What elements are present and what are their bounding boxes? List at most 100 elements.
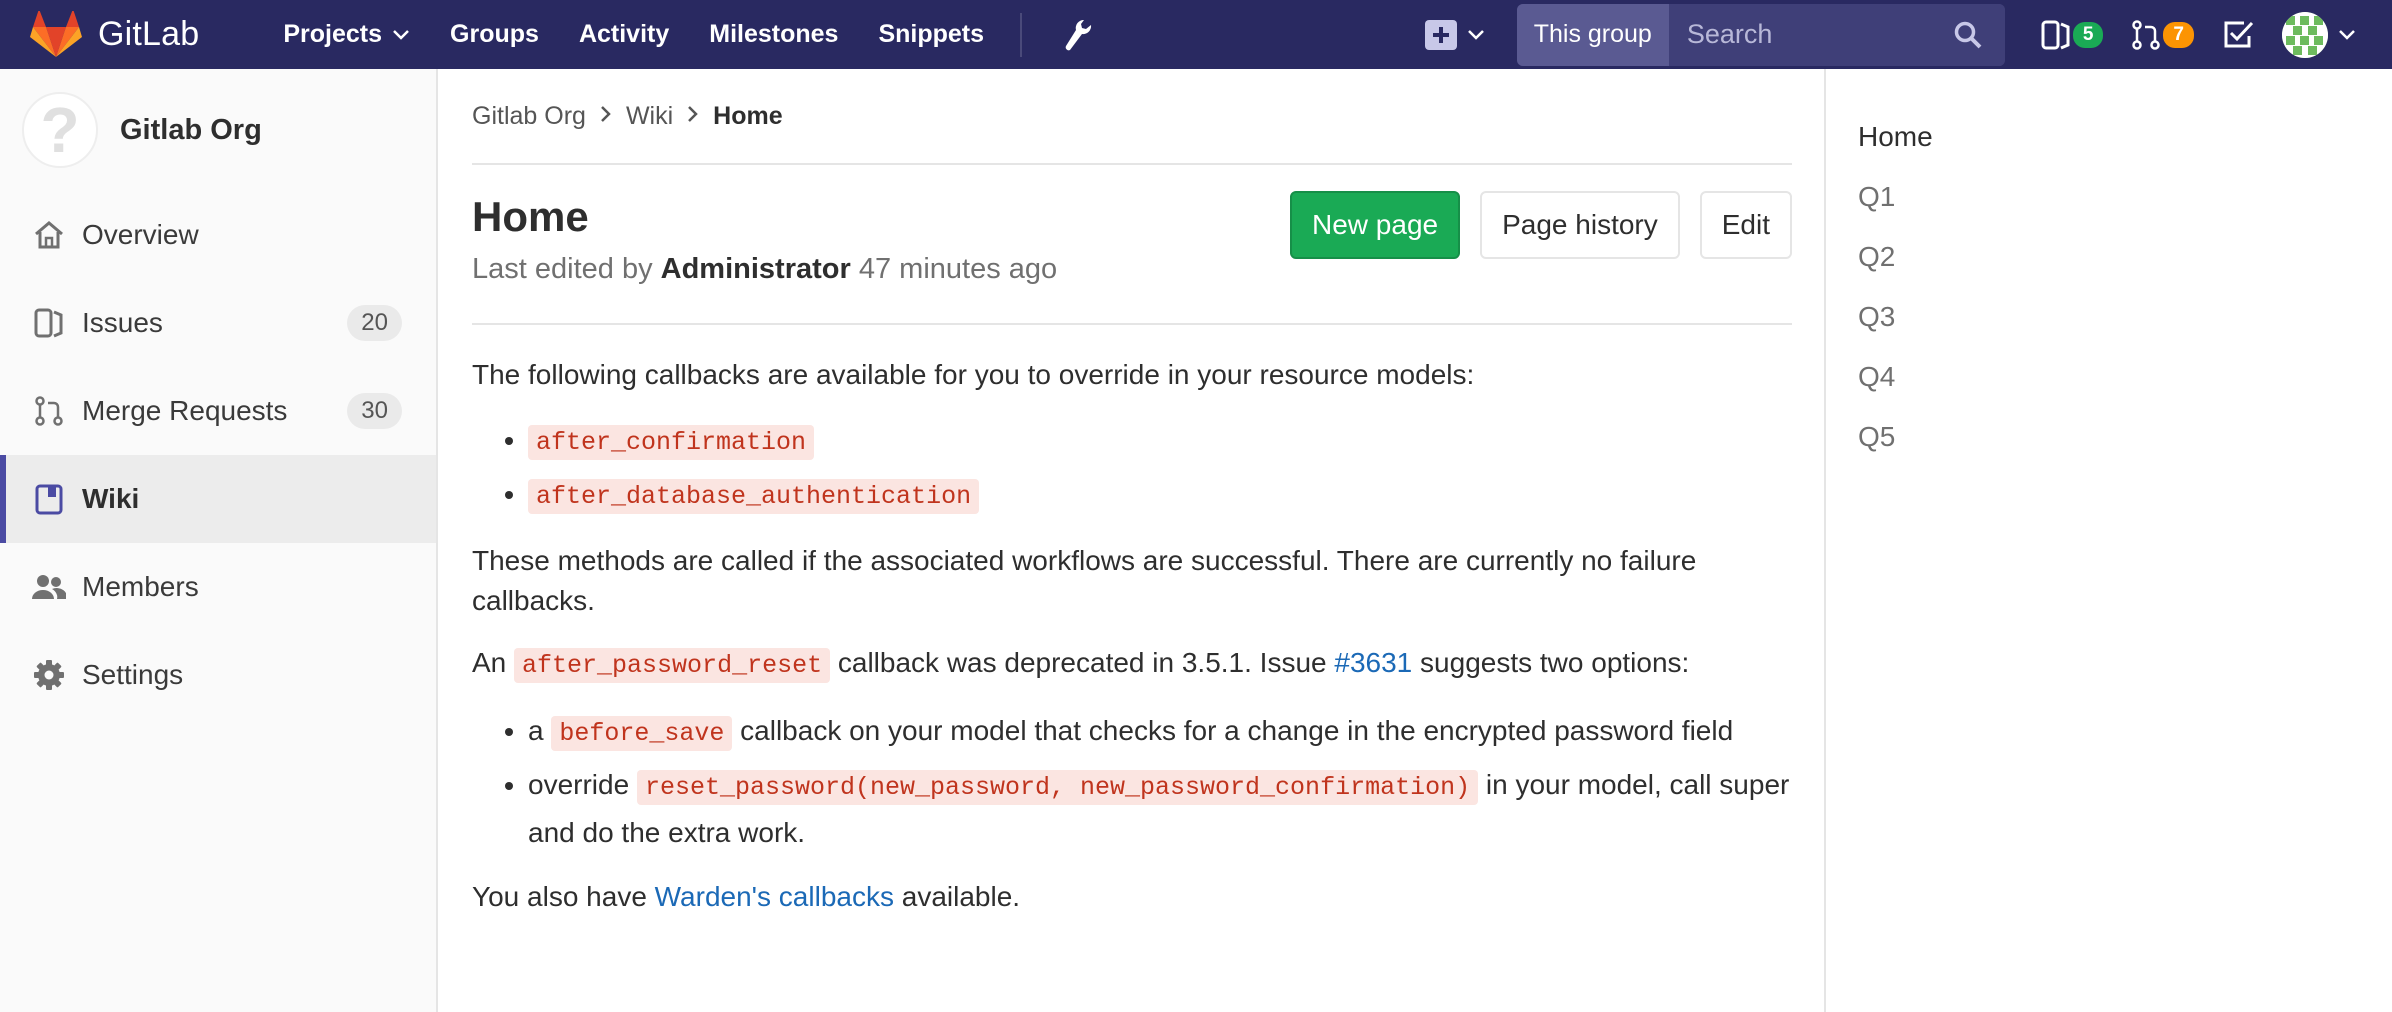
issues-icon xyxy=(32,306,66,340)
text-span: callback on your model that checks for a… xyxy=(740,715,1734,746)
nav-milestones[interactable]: Milestones xyxy=(689,0,858,69)
warden-paragraph: You also have Warden's callbacks availab… xyxy=(472,877,1792,917)
search-scope-label: This group xyxy=(1533,20,1652,48)
nav-right: This group 5 7 xyxy=(1424,0,2392,69)
search-scope-badge[interactable]: This group xyxy=(1516,3,1669,66)
code-snippet: after_password_reset xyxy=(514,648,831,683)
merge-requests-nav-button[interactable]: 7 xyxy=(2131,19,2194,51)
merge-requests-count-badge: 30 xyxy=(347,393,402,429)
chevron-down-icon xyxy=(2339,29,2355,40)
text-span: suggests two options: xyxy=(1420,647,1690,678)
nav-snippets[interactable]: Snippets xyxy=(858,0,1004,69)
warden-callbacks-link[interactable]: Warden's callbacks xyxy=(655,881,894,912)
sidebar-item-label: Settings xyxy=(82,659,184,690)
nav-activity[interactable]: Activity xyxy=(559,0,689,69)
breadcrumb-group-link[interactable]: Gitlab Org xyxy=(472,102,586,131)
search-input[interactable] xyxy=(1668,3,1953,66)
wiki-pages-list: Home Q1 Q2 Q3 Q4 Q5 xyxy=(1858,107,2392,467)
text-span: available. xyxy=(901,881,1021,912)
intro-paragraph: The following callbacks are available fo… xyxy=(472,359,1475,390)
group-name: Gitlab Org xyxy=(120,113,262,146)
sidebar-item-issues[interactable]: Issues 20 xyxy=(0,279,436,367)
home-icon xyxy=(32,218,66,252)
new-page-button[interactable]: New page xyxy=(1290,191,1461,259)
merge-request-icon xyxy=(2132,19,2161,50)
sidebar-item-settings[interactable]: Settings xyxy=(0,631,436,719)
last-edited-prefix: Last edited by xyxy=(472,253,653,285)
sidebar-item-label: Issues xyxy=(82,307,163,338)
chevron-right-icon xyxy=(687,103,699,129)
wiki-page-link-q1[interactable]: Q1 xyxy=(1858,167,2392,227)
nav-snippets-label: Snippets xyxy=(878,20,985,48)
chevron-right-icon xyxy=(600,103,612,129)
last-edited-author: Administrator xyxy=(660,253,851,285)
gitlab-home-link[interactable]: GitLab xyxy=(30,0,199,69)
merge-request-icon xyxy=(32,394,66,428)
wiki-page-link-q2[interactable]: Q2 xyxy=(1858,227,2392,287)
text-span: a xyxy=(528,715,544,746)
search-icon[interactable] xyxy=(1952,3,2005,66)
text-span: An xyxy=(472,647,507,678)
group-header[interactable]: ? Gitlab Org xyxy=(0,69,436,191)
chevron-down-icon xyxy=(1467,29,1484,40)
options-list: a before_save callback on your model tha… xyxy=(528,708,1792,855)
wiki-page-link-q3[interactable]: Q3 xyxy=(1858,287,2392,347)
main-nav: Projects Groups Activity Milestones Snip… xyxy=(263,0,1108,69)
brand-name: GitLab xyxy=(98,15,200,53)
search-box: This group xyxy=(1516,3,2005,66)
nav-projects[interactable]: Projects xyxy=(263,0,430,69)
nav-activity-label: Activity xyxy=(578,20,670,48)
new-dropdown-button[interactable] xyxy=(1424,19,1485,50)
list-item: after_confirmation xyxy=(528,417,1792,465)
wiki-content: The following callbacks are available fo… xyxy=(472,325,1792,917)
page-history-button[interactable]: Page history xyxy=(1480,191,1680,259)
wiki-page-header: Home Last edited by Administrator 47 min… xyxy=(472,165,1792,325)
callbacks-list: after_confirmation after_database_authen… xyxy=(528,417,1792,519)
nav-groups-label: Groups xyxy=(450,20,539,48)
methods-note-paragraph: These methods are called if the associat… xyxy=(472,545,1697,616)
text-span: callback was deprecated in 3.5.1. Issue xyxy=(837,647,1327,678)
users-icon xyxy=(32,570,66,604)
text-span: override xyxy=(528,769,630,800)
last-edited-info: Last edited by Administrator 47 minutes … xyxy=(472,253,1057,286)
last-edited-time: 47 minutes ago xyxy=(858,253,1058,285)
code-snippet: after_confirmation xyxy=(528,425,815,460)
chevron-down-icon xyxy=(393,29,409,40)
issue-link[interactable]: #3631 xyxy=(1334,647,1412,678)
page-actions: New page Page history Edit xyxy=(1270,191,1792,259)
code-snippet: before_save xyxy=(551,716,733,751)
todo-check-icon xyxy=(2224,21,2254,47)
plus-icon xyxy=(1424,19,1457,50)
issues-nav-button[interactable]: 5 xyxy=(2041,19,2104,51)
sidebar-item-label: Overview xyxy=(82,219,199,250)
breadcrumb-current[interactable]: Home xyxy=(713,102,782,131)
edit-button[interactable]: Edit xyxy=(1699,191,1792,259)
issues-count-badge: 20 xyxy=(347,305,402,341)
sidebar-item-members[interactable]: Members xyxy=(0,543,436,631)
code-snippet: reset_password(new_password, new_passwor… xyxy=(636,770,1479,805)
issues-icon xyxy=(2041,20,2070,49)
list-item: a before_save callback on your model tha… xyxy=(528,708,1792,756)
breadcrumb: Gitlab Org Wiki Home xyxy=(472,69,1792,165)
top-navbar: GitLab Projects Groups Activity Mileston… xyxy=(0,0,2392,69)
wiki-page-link-q4[interactable]: Q4 xyxy=(1858,347,2392,407)
sidebar-item-wiki[interactable]: Wiki xyxy=(0,455,436,543)
group-avatar: ? xyxy=(22,92,98,168)
user-menu[interactable] xyxy=(2282,11,2356,58)
nav-milestones-label: Milestones xyxy=(709,20,839,48)
todos-nav-button[interactable] xyxy=(2222,20,2254,50)
breadcrumb-wiki-link[interactable]: Wiki xyxy=(626,102,673,131)
list-item: after_database_authentication xyxy=(528,471,1792,519)
deprecation-paragraph: An after_password_reset callback was dep… xyxy=(472,643,1792,686)
sidebar-item-overview[interactable]: Overview xyxy=(0,191,436,279)
book-icon xyxy=(32,482,66,516)
sidebar-item-merge-requests[interactable]: Merge Requests 30 xyxy=(0,367,436,455)
user-avatar xyxy=(2282,11,2328,58)
wiki-page-link-q5[interactable]: Q5 xyxy=(1858,407,2392,467)
gitlab-logo-icon xyxy=(30,10,82,57)
admin-area-link[interactable] xyxy=(1046,0,1108,69)
sidebar-item-label: Members xyxy=(82,571,199,602)
issues-count-badge: 5 xyxy=(2072,21,2104,48)
wiki-page-link-home[interactable]: Home xyxy=(1858,107,2392,167)
nav-groups[interactable]: Groups xyxy=(430,0,559,69)
